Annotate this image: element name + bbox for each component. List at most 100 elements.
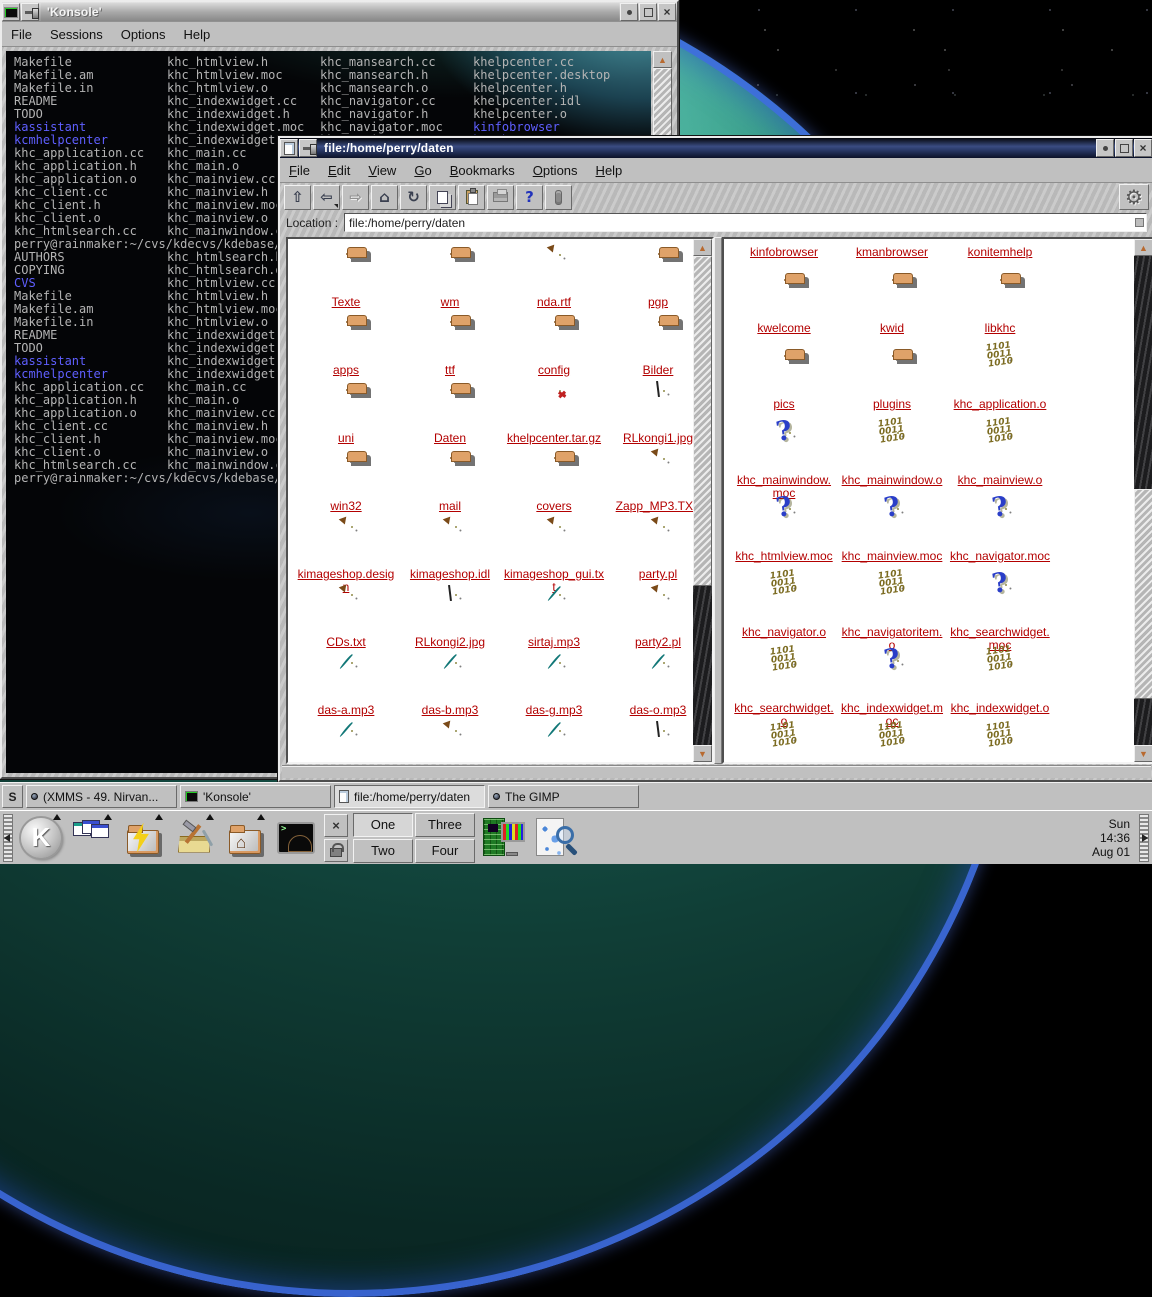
file-item-Daten[interactable]: Daten — [398, 389, 502, 445]
file-item-Texte[interactable]: Texte — [294, 253, 398, 309]
location-clear-icon[interactable] — [1135, 218, 1144, 227]
file-item-kmanbrowser[interactable]: kmanbrowser — [838, 237, 946, 259]
kfm-menu-view[interactable]: View — [359, 163, 405, 178]
kfm-maximize-button[interactable] — [1115, 139, 1133, 157]
konsole-sticky-button[interactable] — [21, 3, 39, 21]
file-item-sirtaj.mp3[interactable]: sirtaj.mp3 — [502, 593, 606, 649]
scroll-up-icon[interactable]: ▲ — [693, 239, 712, 256]
konsole-menu-file[interactable]: File — [2, 27, 41, 42]
file-item-khc_mainwindow.moc[interactable]: ?khc_mainwindow.moc — [730, 431, 838, 500]
pager-desktop-two[interactable]: Two — [353, 839, 413, 863]
help-button[interactable]: ? — [516, 185, 543, 210]
file-manager-window[interactable]: file:/home/perry/daten × FileEditViewGoB… — [278, 136, 1152, 782]
left-pane-scrollbar[interactable]: ▲ ▼ — [693, 239, 712, 762]
file-item-das-a.mp3[interactable]: das-a.mp3 — [294, 661, 398, 717]
paste-button[interactable] — [458, 185, 485, 210]
kfm-titlebar[interactable]: file:/home/perry/daten × — [280, 138, 1152, 158]
konsole-close-button[interactable]: × — [658, 3, 676, 21]
location-input[interactable]: file:/home/perry/daten — [344, 213, 1147, 232]
file-item-config[interactable]: config — [502, 321, 606, 377]
file-item[interactable] — [502, 729, 606, 764]
file-item-kimageshop.idl[interactable]: kimageshop.idl — [398, 525, 502, 581]
pane-splitter[interactable] — [714, 237, 722, 764]
launcher-find-files[interactable] — [531, 815, 577, 861]
file-item-covers[interactable]: covers — [502, 457, 606, 513]
home-button[interactable]: ⌂ — [371, 185, 398, 210]
konsole-minimize-button[interactable] — [620, 3, 638, 21]
left-file-pane[interactable]: Textewmnda.rtfpgpappsttfconfigBilderuniD… — [286, 237, 714, 764]
file-item-kwelcome[interactable]: kwelcome — [730, 279, 838, 335]
up-button[interactable]: ⇧ — [284, 185, 311, 210]
file-item-khc_searchwidget.o[interactable]: 1101 0011 1010khc_searchwidget.o — [730, 659, 838, 728]
file-item-khc_mainview.o[interactable]: 1101 0011 1010khc_mainview.o — [946, 431, 1054, 487]
kfm-menu-edit[interactable]: Edit — [319, 163, 359, 178]
panel-hide-handle-right[interactable] — [1139, 814, 1149, 862]
pager-desktop-three[interactable]: Three — [415, 813, 475, 837]
file-item-khc_navigatoritem.o[interactable]: 1101 0011 1010khc_navigatoritem.o — [838, 583, 946, 652]
launcher-system-monitor[interactable] — [480, 815, 526, 861]
konsole-window-menu-button[interactable] — [2, 3, 20, 21]
task-button[interactable]: file:/home/perry/daten — [334, 785, 485, 808]
lock-button[interactable] — [324, 839, 348, 862]
file-item-win32[interactable]: win32 — [294, 457, 398, 513]
taskbar-start-button[interactable]: S — [2, 785, 23, 808]
kfm-menu-bookmarks[interactable]: Bookmarks — [441, 163, 524, 178]
kfm-minimize-button[interactable] — [1096, 139, 1114, 157]
file-item-RLkongi2.jpg[interactable]: RLkongi2.jpg — [398, 593, 502, 649]
file-item-das-b.mp3[interactable]: das-b.mp3 — [398, 661, 502, 717]
file-item-nda.rtf[interactable]: nda.rtf — [502, 253, 606, 309]
file-item-uni[interactable]: uni — [294, 389, 398, 445]
launcher-quick-browser[interactable] — [120, 815, 166, 861]
task-button[interactable]: 'Konsole' — [180, 785, 331, 808]
file-item-khc_navigator.o[interactable]: 1101 0011 1010khc_navigator.o — [730, 583, 838, 639]
file-item-khc_htmlview.moc[interactable]: ?khc_htmlview.moc — [730, 507, 838, 563]
launcher-home[interactable]: ⌂ — [222, 815, 268, 861]
konsole-titlebar[interactable]: 'Konsole' × — [2, 2, 677, 22]
konsole-menu-help[interactable]: Help — [175, 27, 220, 42]
file-item[interactable]: 1101 0011 1010 — [838, 735, 946, 764]
konsole-menu-sessions[interactable]: Sessions — [41, 27, 112, 42]
file-item-khc_indexwidget.o[interactable]: 1101 0011 1010khc_indexwidget.o — [946, 659, 1054, 715]
left-pane-scrollbar-thumb[interactable] — [693, 256, 712, 586]
kfm-sticky-button[interactable] — [299, 139, 317, 157]
kfm-menu-go[interactable]: Go — [405, 163, 440, 178]
file-item[interactable]: 1101 0011 1010 — [730, 735, 838, 764]
pager-desktop-one[interactable]: One — [353, 813, 413, 837]
file-item[interactable]: 1101 0011 1010 — [946, 735, 1054, 764]
kfm-menu-help[interactable]: Help — [587, 163, 632, 178]
right-pane-scrollbar-thumb[interactable] — [1134, 489, 1152, 699]
kfm-close-button[interactable]: × — [1134, 139, 1152, 157]
file-item-ttf[interactable]: ttf — [398, 321, 502, 377]
kfm-menu-file[interactable]: File — [280, 163, 319, 178]
logout-button[interactable]: × — [324, 814, 348, 837]
file-item-kwid[interactable]: kwid — [838, 279, 946, 335]
right-pane-scrollbar[interactable]: ▲ ▼ — [1134, 239, 1152, 762]
konsole-maximize-button[interactable] — [639, 3, 657, 21]
file-item-khc_searchwidget.moc[interactable]: ?khc_searchwidget.moc — [946, 583, 1054, 652]
file-item-khelpcenter.tar.gz[interactable]: khelpcenter.tar.gz — [502, 389, 606, 445]
file-item-konitemhelp[interactable]: konitemhelp — [946, 237, 1054, 259]
task-button[interactable]: The GIMP — [488, 785, 639, 808]
kfm-menu-options[interactable]: Options — [524, 163, 587, 178]
panel-hide-handle-left[interactable] — [3, 814, 13, 862]
file-item-khc_indexwidget.moc[interactable]: ?khc_indexwidget.moc — [838, 659, 946, 728]
right-file-pane[interactable]: kinfobrowserkmanbrowserkonitemhelpkwelco… — [722, 237, 1152, 764]
pager-desktop-four[interactable]: Four — [415, 839, 475, 863]
file-item-libkhc[interactable]: libkhc — [946, 279, 1054, 335]
file-item-khc_mainwindow.o[interactable]: 1101 0011 1010khc_mainwindow.o — [838, 431, 946, 487]
back-button[interactable]: ⇦ — [313, 185, 340, 210]
scroll-up-icon[interactable]: ▲ — [1134, 239, 1152, 256]
launcher-k-menu[interactable]: K — [18, 815, 64, 861]
launcher-konsole[interactable]: > — [273, 815, 319, 861]
file-item-khc_application.o[interactable]: 1101 0011 1010khc_application.o — [946, 355, 1054, 411]
konsole-menu-options[interactable]: Options — [112, 27, 175, 42]
launcher-window-list[interactable] — [69, 815, 115, 861]
file-item-das-g.mp3[interactable]: das-g.mp3 — [502, 661, 606, 717]
file-item-khc_navigator.moc[interactable]: ?khc_navigator.moc — [946, 507, 1054, 563]
file-item-mail[interactable]: mail — [398, 457, 502, 513]
scroll-up-icon[interactable]: ▲ — [653, 51, 672, 68]
file-item[interactable] — [398, 729, 502, 764]
scroll-down-icon[interactable]: ▼ — [1134, 745, 1152, 762]
file-item-kimageshop_gui.txt[interactable]: kimageshop_gui.txt — [502, 525, 606, 594]
file-item-khc_mainview.moc[interactable]: ?khc_mainview.moc — [838, 507, 946, 563]
